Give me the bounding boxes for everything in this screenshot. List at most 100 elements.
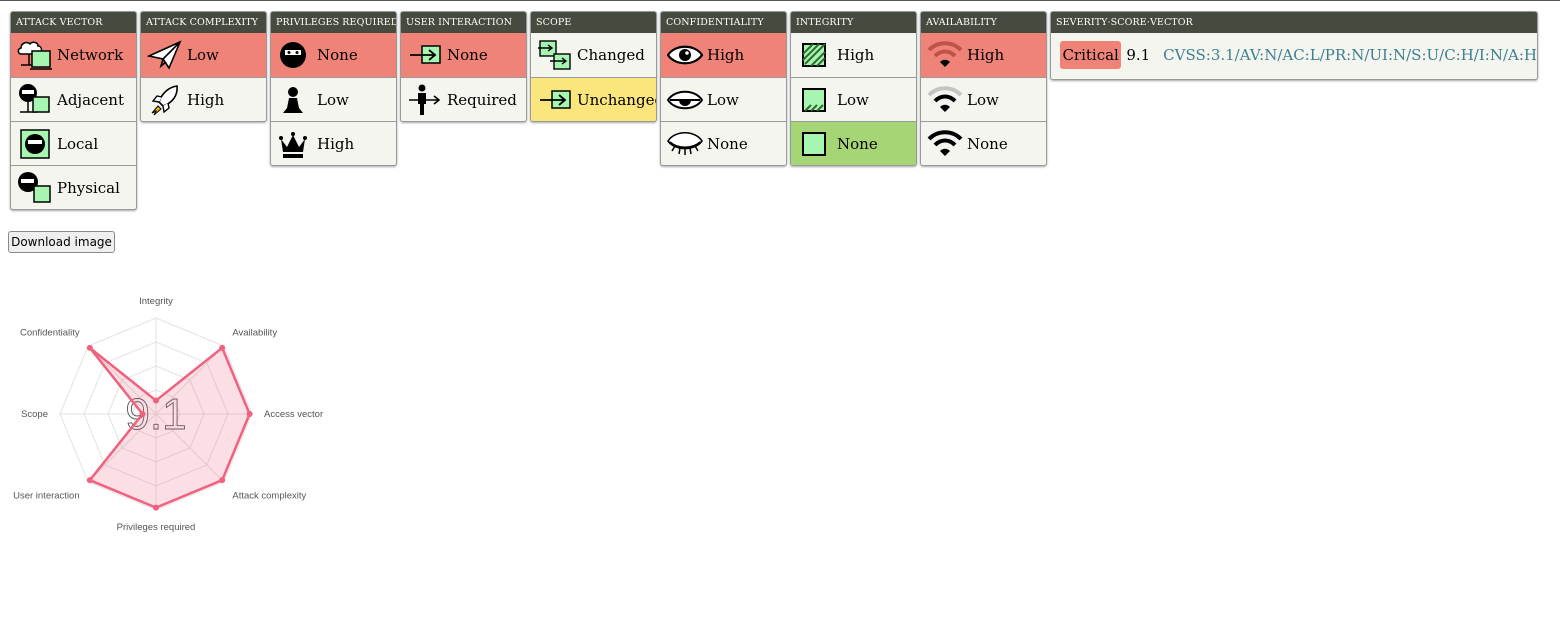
option-high[interactable]: High xyxy=(661,33,786,77)
option-physical[interactable]: Physical xyxy=(11,165,136,209)
option-label: High xyxy=(317,134,355,153)
wifi-low-icon xyxy=(927,83,963,117)
option-low[interactable]: Low xyxy=(141,33,266,77)
option-none[interactable]: None xyxy=(271,33,396,77)
option-label: Changed xyxy=(577,46,645,64)
attack-complexity-panel: ATTACK COMPLEXITY Low High xyxy=(140,11,267,122)
download-image-button[interactable]: Download image xyxy=(8,231,115,253)
radar-chart: 9.1IntegrityAvailabilityAccess vectorAtt… xyxy=(13,296,323,533)
eye-half-icon xyxy=(667,83,703,117)
option-unchanged[interactable]: Unchanged xyxy=(531,77,656,121)
pawn-icon xyxy=(277,83,313,117)
availability-panel: AVAILABILITY High Low None xyxy=(920,11,1047,166)
paper-plane-icon xyxy=(147,38,183,72)
option-label: High xyxy=(187,90,225,109)
attack-vector-panel: ATTACK VECTOR Network Adjacent Local Phy… xyxy=(10,11,137,210)
option-label: Adjacent xyxy=(57,90,124,109)
option-high[interactable]: High xyxy=(141,77,266,121)
panel-title: AVAILABILITY xyxy=(921,12,1046,33)
integrity-high-icon xyxy=(797,38,833,72)
option-label: None xyxy=(707,134,748,153)
option-network[interactable]: Network xyxy=(11,33,136,77)
radar-data-point xyxy=(139,411,146,417)
option-label: Low xyxy=(967,90,999,109)
option-none[interactable]: None xyxy=(401,33,526,77)
confidentiality-panel: CONFIDENTIALITY High Low None xyxy=(660,11,787,166)
arrow-into-box-icon xyxy=(407,38,443,72)
integrity-panel: INTEGRITY High Low None xyxy=(790,11,917,166)
panel-title: ATTACK COMPLEXITY xyxy=(141,12,266,33)
panel-title: USER INTERACTION xyxy=(401,12,526,33)
option-label: Low xyxy=(707,90,739,109)
option-label: None xyxy=(447,46,488,64)
crown-icon xyxy=(277,127,313,161)
option-label: None xyxy=(967,134,1008,153)
radar-axis-label: Availability xyxy=(232,328,277,339)
option-required[interactable]: Required xyxy=(401,77,526,121)
panel-title: SEVERITY·SCORE·VECTOR xyxy=(1051,12,1537,33)
severity-score-vector-panel: SEVERITY·SCORE·VECTOR Critical 9.1 CVSS:… xyxy=(1050,11,1538,80)
option-label: Local xyxy=(57,134,99,153)
score-value: 9.1 xyxy=(1126,46,1151,64)
vector-string-link[interactable]: CVSS:3.1/AV:N/AC:L/PR:N/UI:N/S:U/C:H/I:N… xyxy=(1163,46,1537,64)
radar-axis-label: Scope xyxy=(21,409,48,420)
wifi-none-icon xyxy=(927,127,963,161)
radar-data-point xyxy=(86,477,93,484)
option-high[interactable]: High xyxy=(271,121,396,165)
option-label: None xyxy=(317,46,358,64)
radar-axis-label: Attack complexity xyxy=(232,490,306,501)
radar-data-point xyxy=(153,397,159,404)
option-low[interactable]: Low xyxy=(791,77,916,121)
person-arrow-icon xyxy=(407,83,443,117)
option-adjacent[interactable]: Adjacent xyxy=(11,77,136,121)
scope-panel: SCOPE Changed Unchanged xyxy=(530,11,657,122)
option-label: Physical xyxy=(57,178,120,197)
wifi-high-icon xyxy=(927,38,963,72)
integrity-low-icon xyxy=(797,83,833,117)
radar-axis-label: Privileges required xyxy=(117,522,196,533)
option-none[interactable]: None xyxy=(661,121,786,165)
radar-data-point xyxy=(246,411,253,417)
score-row: Critical 9.1 CVSS:3.1/AV:N/AC:L/PR:N/UI:… xyxy=(1051,33,1537,77)
privileges-required-panel: PRIVILEGES REQUIRED None Low High xyxy=(270,11,397,166)
network-icon xyxy=(17,38,53,72)
integrity-none-icon xyxy=(797,127,833,161)
adjacent-network-icon xyxy=(17,83,53,117)
option-low[interactable]: Low xyxy=(921,77,1046,121)
panel-title: INTEGRITY xyxy=(791,12,916,33)
local-icon xyxy=(17,127,53,161)
anonymous-user-icon xyxy=(277,38,313,72)
severity-badge: Critical xyxy=(1060,41,1122,69)
option-label: Unchanged xyxy=(577,90,657,109)
option-label: Network xyxy=(57,46,124,64)
user-interaction-panel: USER INTERACTION None Required xyxy=(400,11,527,122)
option-none[interactable]: None xyxy=(921,121,1046,165)
option-label: High xyxy=(707,46,745,64)
option-label: Low xyxy=(317,90,349,109)
option-low[interactable]: Low xyxy=(271,77,396,121)
radar-data-point xyxy=(153,504,159,511)
scope-changed-icon xyxy=(537,38,573,72)
option-label: Low xyxy=(837,90,869,109)
eye-open-icon xyxy=(667,38,703,72)
panel-title: PRIVILEGES REQUIRED xyxy=(271,12,396,33)
option-changed[interactable]: Changed xyxy=(531,33,656,77)
radar-axis-label: User interaction xyxy=(13,490,80,501)
radar-axis-label: Confidentiality xyxy=(20,328,80,339)
panel-title: ATTACK VECTOR xyxy=(11,12,136,33)
option-label: High xyxy=(967,46,1005,64)
radar-axis-label: Access vector xyxy=(264,409,323,420)
radar-data-point xyxy=(219,344,226,351)
option-label: Low xyxy=(187,46,219,64)
scope-unchanged-icon xyxy=(537,83,573,117)
option-label: None xyxy=(837,134,878,153)
radar-data-point xyxy=(219,477,226,484)
option-low[interactable]: Low xyxy=(661,77,786,121)
option-high[interactable]: High xyxy=(921,33,1046,77)
physical-icon xyxy=(17,171,53,205)
rocket-icon xyxy=(147,83,183,117)
option-local[interactable]: Local xyxy=(11,121,136,165)
option-none[interactable]: None xyxy=(791,121,916,165)
option-high[interactable]: High xyxy=(791,33,916,77)
panel-title: SCOPE xyxy=(531,12,656,33)
